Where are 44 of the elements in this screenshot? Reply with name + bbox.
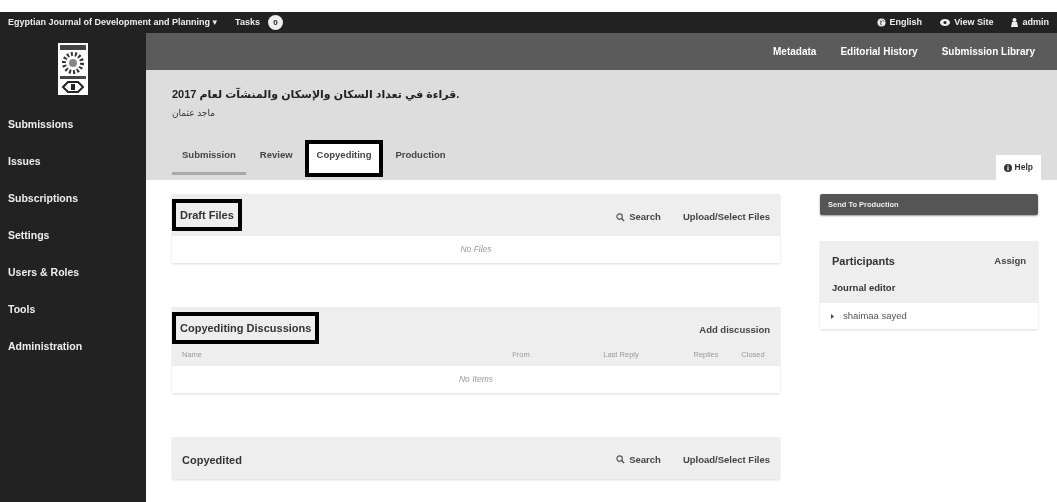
view-site-link[interactable]: View Site [940, 15, 994, 30]
user-menu[interactable]: admin [1011, 15, 1049, 30]
tasks-link[interactable]: Tasks 0 [235, 15, 283, 30]
panel-title: Draft Files [174, 200, 240, 230]
author-name: ماجد عثمان [172, 106, 216, 120]
search-button[interactable]: Search [616, 209, 661, 225]
sidebar-item[interactable]: Tools [0, 291, 146, 328]
empty-message: No Files [172, 236, 780, 263]
header-link[interactable]: Metadata [773, 44, 817, 59]
sidebar-item[interactable]: Submissions [0, 106, 146, 143]
participants-title: Participants [832, 254, 895, 270]
tasks-count-badge: 0 [267, 15, 283, 30]
sidebar-item[interactable]: Users & Roles [0, 254, 146, 291]
journal-logo-drawing [58, 43, 88, 95]
action-link[interactable]: Upload/Select Files [682, 209, 770, 225]
sidebar-item[interactable]: Subscriptions [0, 180, 146, 217]
panel-title: Copyedited [181, 452, 243, 468]
submission-title: قراءة في تعداد السكان والإسكان والمنشآت لعام 2017. [172, 86, 461, 103]
eye-icon [940, 19, 951, 26]
user-icon [1011, 18, 1019, 27]
tab[interactable]: Production [385, 142, 456, 176]
role-heading: Journal editor [832, 280, 897, 295]
header-link[interactable]: Submission Library [941, 44, 1035, 59]
search-icon [616, 455, 626, 465]
sidebar-item[interactable]: Issues [0, 143, 146, 180]
panel-title: Copyediting Discussions [174, 313, 318, 342]
tab[interactable]: Review [249, 142, 303, 176]
search-button[interactable]: Search [616, 452, 661, 467]
empty-message: No Items [172, 366, 780, 393]
info-icon [1004, 164, 1013, 172]
journal-menu[interactable]: Egyptian Journal of Development and Planning ▾ [8, 15, 218, 30]
sidebar-item[interactable]: Administration [0, 328, 146, 365]
action-link[interactable]: Add discussion [699, 322, 770, 337]
help-button[interactable]: Help [996, 155, 1041, 180]
language-link[interactable]: English [876, 15, 923, 30]
sidebar-item[interactable]: Settings [0, 217, 146, 254]
search-icon [616, 212, 626, 222]
header-link[interactable]: Editorial History [840, 44, 918, 59]
assign-link[interactable]: Assign [994, 254, 1026, 269]
participant-row[interactable]: shaimaa sayed [820, 303, 1038, 330]
tab[interactable]: Copyediting [306, 142, 382, 176]
globe-icon [876, 18, 886, 27]
tab[interactable]: Submission [172, 142, 246, 176]
action-link[interactable]: Upload/Select Files [682, 452, 770, 467]
